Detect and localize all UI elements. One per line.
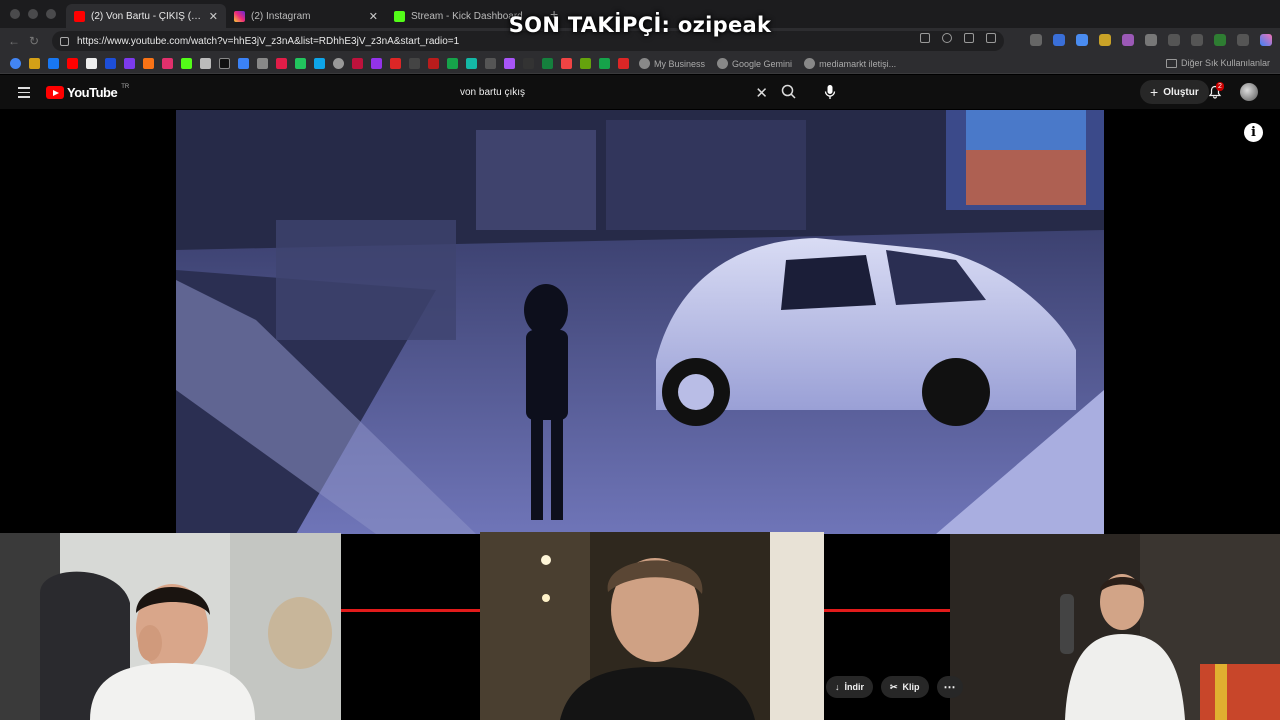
bookmark-icon[interactable]	[333, 58, 344, 69]
more-actions-button[interactable]: ⋯	[936, 676, 963, 698]
menu-icon[interactable]	[18, 87, 30, 101]
bookmark-icon[interactable]	[371, 58, 382, 69]
download-label: İndir	[844, 682, 865, 692]
bookmark-icon[interactable]	[599, 58, 610, 69]
scissors-icon: ✂	[890, 681, 898, 692]
bookmark-icon[interactable]	[504, 58, 515, 69]
bookmark-icon[interactable]	[257, 58, 268, 69]
webcam-right	[950, 534, 1280, 720]
url-text: https://www.youtube.com/watch?v=hhE3jV_z…	[77, 35, 460, 47]
avatar[interactable]	[1240, 83, 1258, 101]
bookmark-icon[interactable]	[200, 58, 211, 69]
bookmark-icon[interactable]	[447, 58, 458, 69]
site-info-icon[interactable]	[60, 36, 69, 46]
facebook-bookmark-icon[interactable]	[48, 58, 59, 69]
notification-count-badge: 2	[1216, 82, 1224, 91]
google-icon	[639, 58, 650, 69]
other-bookmarks-folder[interactable]: Diğer Sık Kullanılanlar	[1165, 58, 1270, 68]
folder-label: Diğer Sık Kullanılanlar	[1180, 58, 1270, 68]
video-player[interactable]	[176, 110, 1104, 534]
bookmark-icon[interactable]	[523, 58, 534, 69]
clip-label: Klip	[902, 682, 920, 692]
instagram-bookmark-icon[interactable]	[162, 58, 173, 69]
webcam-right-image	[950, 534, 1280, 720]
bookmark-icon[interactable]	[580, 58, 591, 69]
country-code: TR	[121, 83, 130, 90]
bookmark-google-gemini[interactable]: Google Gemini	[717, 58, 792, 69]
bookmark-label: My Business	[654, 58, 706, 69]
clear-search-icon[interactable]: ✕	[755, 84, 768, 102]
google-icon	[804, 58, 816, 69]
bookmark-icon[interactable]	[276, 58, 287, 69]
youtube-logo[interactable]: YouTube TR	[46, 83, 130, 100]
logo-text: YouTube	[67, 85, 118, 100]
stream-overlay-title: SON TAKİPÇİ: ozipeak	[508, 13, 772, 37]
youtube-bookmark-icon[interactable]	[67, 58, 78, 69]
download-button[interactable]: ↓ İndir	[826, 676, 873, 698]
bookmark-icon[interactable]	[466, 58, 477, 69]
create-label: Oluştur	[1163, 86, 1199, 98]
video-progress-bar[interactable]	[341, 609, 480, 612]
bookmark-icon[interactable]	[390, 58, 401, 69]
cctv-video-frame	[176, 110, 1104, 534]
bookmark-icon[interactable]	[485, 58, 496, 69]
bookmark-icon[interactable]	[428, 58, 439, 69]
bookmark-icon[interactable]	[618, 58, 629, 69]
webcam-left-image	[0, 533, 341, 720]
bookmark-icon[interactable]	[143, 58, 154, 69]
info-icon[interactable]: i	[1244, 123, 1263, 142]
bookmark-label: mediamarkt iletişi...	[819, 58, 897, 69]
bookmark-icon[interactable]	[105, 58, 116, 69]
video-progress-bar-segment[interactable]	[824, 609, 950, 612]
search-value: von bartu çıkış	[460, 86, 526, 98]
video-actions: ↓ İndir ✂ Klip ⋯	[826, 676, 963, 698]
bookmark-icon[interactable]	[29, 58, 40, 69]
google-bookmark-icon[interactable]	[10, 58, 21, 69]
bookmark-icon[interactable]	[124, 58, 135, 69]
search-input[interactable]: von bartu çıkış ✕	[452, 81, 776, 103]
bookmark-icon[interactable]	[542, 58, 553, 69]
folder-icon	[1165, 58, 1177, 68]
bookmark-icon[interactable]	[409, 58, 420, 69]
bookmark-label: Google Gemini	[732, 58, 793, 69]
bookmark-icon[interactable]	[561, 58, 572, 69]
google-icon	[717, 58, 729, 69]
bookmarks-bar: My Business Google Gemini mediamarkt ile…	[0, 54, 1280, 74]
webcam-center	[480, 532, 824, 720]
x-bookmark-icon[interactable]	[86, 58, 97, 69]
plus-icon: +	[1150, 84, 1159, 100]
bookmark-icon[interactable]	[295, 58, 306, 69]
download-arrow-icon: ↓	[835, 682, 840, 692]
bookmark-mediamarkt[interactable]: mediamarkt iletişi...	[804, 58, 896, 69]
microphone-icon[interactable]	[822, 83, 838, 101]
bookmark-icon[interactable]	[238, 58, 249, 69]
clip-button[interactable]: ✂ Klip	[881, 676, 929, 698]
webcam-center-image	[480, 532, 824, 720]
search-icon[interactable]	[780, 83, 798, 101]
bookmark-my-business[interactable]: My Business	[639, 58, 705, 69]
more-icon: ⋯	[943, 680, 956, 694]
youtube-play-icon	[46, 86, 64, 99]
create-button[interactable]: + Oluştur	[1140, 80, 1209, 104]
bookmark-icon[interactable]	[352, 58, 363, 69]
tiktok-bookmark-icon[interactable]	[219, 58, 230, 69]
kick-bookmark-icon[interactable]	[181, 58, 192, 69]
youtube-header: YouTube TR von bartu çıkış ✕ + Oluştur 2	[0, 75, 1280, 109]
bookmark-icon[interactable]	[314, 58, 325, 69]
webcam-left	[0, 533, 341, 720]
